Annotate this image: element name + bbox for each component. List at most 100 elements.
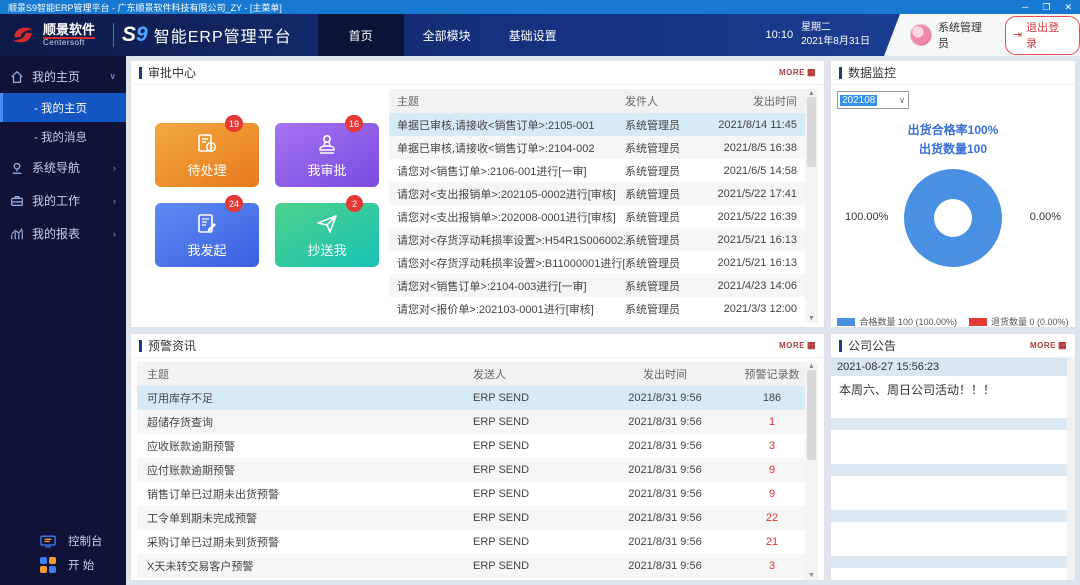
- tile-pending[interactable]: 19 待处理: [155, 123, 259, 187]
- clock-weekday: 星期二: [801, 21, 870, 35]
- table-row[interactable]: 单据已审核,请接收<销售订单>:2105-001系统管理员2021/8/14 1…: [389, 113, 805, 136]
- close-button[interactable]: ✕: [1064, 2, 1072, 13]
- approval-more-button[interactable]: MORE▦: [779, 67, 816, 78]
- map-pin-icon: [10, 161, 24, 175]
- nav-tab-home[interactable]: 首页: [318, 14, 404, 56]
- nav-tab-all-modules[interactable]: 全部模块: [404, 14, 490, 56]
- table-row[interactable]: X天未转交易客户预警ERP SEND2021/8/31 9:563: [137, 554, 805, 578]
- main-nav: 首页 全部模块 基础设置: [318, 14, 576, 56]
- logout-icon: ⇥: [1013, 28, 1022, 41]
- app-header: 顺景软件 Centersoft S9 智能ERP管理平台 首页 全部模块 基础设…: [0, 14, 1080, 56]
- company-notice-title: 公司公告: [848, 337, 896, 354]
- scroll-thumb[interactable]: [807, 97, 816, 167]
- window-titlebar: 顺景S9智能ERP管理平台 - 广东顺景软件科技有限公司_ZY - [主菜单] …: [0, 0, 1080, 14]
- alerts-table: 主题 发送人 发出时间 预警记录数 可用库存不足ERP SEND2021/8/3…: [137, 362, 805, 580]
- table-row[interactable]: 请您对<支出报销单>:202105-0002进行[审核]系统管理员2021/5/…: [389, 182, 805, 205]
- maximize-button[interactable]: ❐: [1042, 2, 1050, 13]
- notice-more-button[interactable]: MORE▦: [1030, 340, 1067, 351]
- chart-legend: 合格数量 100 (100.00%) 退货数量 0 (0.00%): [837, 315, 1069, 328]
- home-icon: [10, 70, 24, 84]
- sidebar-item-my-reports[interactable]: 我的报表 ›: [0, 217, 126, 250]
- alerts-more-button[interactable]: MORE▦: [779, 340, 816, 351]
- notice-scrollbar[interactable]: [1067, 358, 1075, 580]
- sidebar: 我的主页 ∨ - 我的主页 - 我的消息 系统导航 › 我的工作 › 我的报表: [0, 56, 126, 585]
- notice-row-divider: [831, 556, 1067, 568]
- sidebar-item-my-home[interactable]: - 我的主页: [0, 93, 126, 122]
- scroll-up-icon[interactable]: ▲: [808, 363, 815, 370]
- section-accent-bar: [839, 340, 842, 352]
- scroll-up-icon[interactable]: ▲: [808, 90, 815, 97]
- right-percent-label: 0.00%: [1030, 211, 1061, 223]
- scroll-down-icon[interactable]: ▼: [808, 572, 815, 579]
- product-title: 智能ERP管理平台: [154, 23, 292, 47]
- period-value: 202108: [840, 95, 877, 106]
- notice-text[interactable]: 本周六、周日公司活动！！！: [831, 376, 1067, 414]
- brand-name-cn: 顺景软件: [43, 23, 95, 39]
- scroll-thumb[interactable]: [807, 370, 816, 460]
- user-name: 系统管理员: [938, 19, 993, 51]
- legend-swatch-return: [969, 318, 987, 326]
- table-row[interactable]: 请您对<支出报销单>:202008-0001进行[审核]系统管理员2021/5/…: [389, 205, 805, 228]
- notice-empty-row: [831, 522, 1067, 552]
- start-grid-icon: [40, 557, 56, 573]
- table-row[interactable]: 请您对<存货浮动耗损率设置>:B11000001进行[审核]系统管理员2021/…: [389, 251, 805, 274]
- table-row[interactable]: 可用库存不足ERP SEND2021/8/31 9:56186: [137, 386, 805, 410]
- company-notice-panel: 公司公告 MORE▦ 2021-08-27 15:56:23 本周六、周日公司活…: [830, 333, 1076, 581]
- user-avatar[interactable]: [910, 24, 932, 46]
- notice-empty-row: [831, 476, 1067, 506]
- chevron-down-icon: ∨: [109, 71, 116, 82]
- table-row[interactable]: 采购订单已过期未到货预警ERP SEND2021/8/31 9:5621: [137, 530, 805, 554]
- sidebar-item-system-nav[interactable]: 系统导航 ›: [0, 151, 126, 184]
- table-row[interactable]: 请您对<销售订单>:2104-003进行[一审]系统管理员2021/4/23 1…: [389, 274, 805, 297]
- table-row[interactable]: 请您对<存货浮动耗损率设置>:H54R1S006002进行[审核]系统管理员20…: [389, 228, 805, 251]
- chevron-down-icon: ∨: [899, 96, 908, 105]
- tile-cc-to-me[interactable]: 2 抄送我: [275, 203, 379, 267]
- chevron-right-icon: ›: [113, 229, 116, 239]
- sidebar-item-my-messages[interactable]: - 我的消息: [0, 122, 126, 151]
- table-row[interactable]: 单据已审核,请接收<销售订单>:2104-002系统管理员2021/8/5 16…: [389, 136, 805, 159]
- left-percent-label: 100.00%: [845, 211, 888, 223]
- cc-count-badge: 2: [346, 195, 363, 212]
- section-accent-bar: [139, 340, 142, 352]
- brand-logo: 顺景软件 Centersoft: [0, 14, 105, 56]
- table-row[interactable]: 销售订单已过期未出货预警ERP SEND2021/8/31 9:569: [137, 482, 805, 506]
- start-button[interactable]: 开 始: [0, 553, 126, 577]
- notice-row-divider: [831, 510, 1067, 522]
- console-button[interactable]: 控制台: [0, 529, 126, 553]
- chart-icon: [10, 227, 24, 241]
- table-row[interactable]: 超储存货查询ERP SEND2021/8/31 9:561: [137, 410, 805, 434]
- table-row[interactable]: 应收账款逾期预警ERP SEND2021/8/31 9:563: [137, 434, 805, 458]
- alerts-scrollbar[interactable]: ▲ ▼: [805, 362, 818, 580]
- nav-tab-base-settings[interactable]: 基础设置: [490, 14, 576, 56]
- monitor-headlines: 出货合格率100% 出货数量100: [837, 121, 1069, 159]
- paper-plane-icon: [315, 212, 339, 236]
- document-clock-icon: [195, 132, 219, 156]
- sidebar-item-my-home-group[interactable]: 我的主页 ∨: [0, 60, 126, 93]
- sidebar-item-my-work[interactable]: 我的工作 ›: [0, 184, 126, 217]
- shipment-qty-headline: 出货数量100: [837, 140, 1069, 159]
- alerts-table-header: 主题 发送人 发出时间 预警记录数: [137, 362, 805, 386]
- tile-my-approvals[interactable]: 16 我审批: [275, 123, 379, 187]
- table-row[interactable]: 应付账款逾期预警ERP SEND2021/8/31 9:569: [137, 458, 805, 482]
- scroll-down-icon[interactable]: ▼: [808, 315, 815, 322]
- document-edit-icon: [195, 212, 219, 236]
- notice-empty-row: [831, 430, 1067, 460]
- donut-chart: 100.00% 0.00%: [837, 169, 1069, 299]
- logout-button[interactable]: ⇥ 退出登录: [1005, 16, 1080, 55]
- table-row[interactable]: 请您对<销售订单>:2106-001进行[一审]系统管理员2021/6/5 14…: [389, 159, 805, 182]
- donut-ring: [904, 169, 1002, 267]
- alerts-panel: 预警资讯 MORE▦ 主题 发送人 发出时间 预警记录数 可用库存不足ERP S…: [130, 333, 825, 581]
- chevron-right-icon: ›: [113, 163, 116, 173]
- clock-date: 2021年8月31日: [801, 35, 870, 49]
- period-select[interactable]: 202108 ∨: [837, 91, 909, 109]
- clock-time: 10:10: [766, 29, 794, 41]
- tile-initiated-by-me[interactable]: 24 我发起: [155, 203, 259, 267]
- section-accent-bar: [139, 67, 142, 79]
- table-row[interactable]: 请您对<报价单>:202103-0001进行[审核]系统管理员2021/3/3 …: [389, 297, 805, 320]
- table-row[interactable]: 工令单到期未完成预警ERP SEND2021/8/31 9:5622: [137, 506, 805, 530]
- legend-return-label: 退货数量 0 (0.00%): [991, 315, 1069, 328]
- approval-scrollbar[interactable]: ▲ ▼: [805, 89, 818, 323]
- notice-row-divider: [831, 464, 1067, 476]
- minimize-button[interactable]: ─: [1022, 2, 1028, 13]
- s9-logo: S9: [122, 23, 148, 47]
